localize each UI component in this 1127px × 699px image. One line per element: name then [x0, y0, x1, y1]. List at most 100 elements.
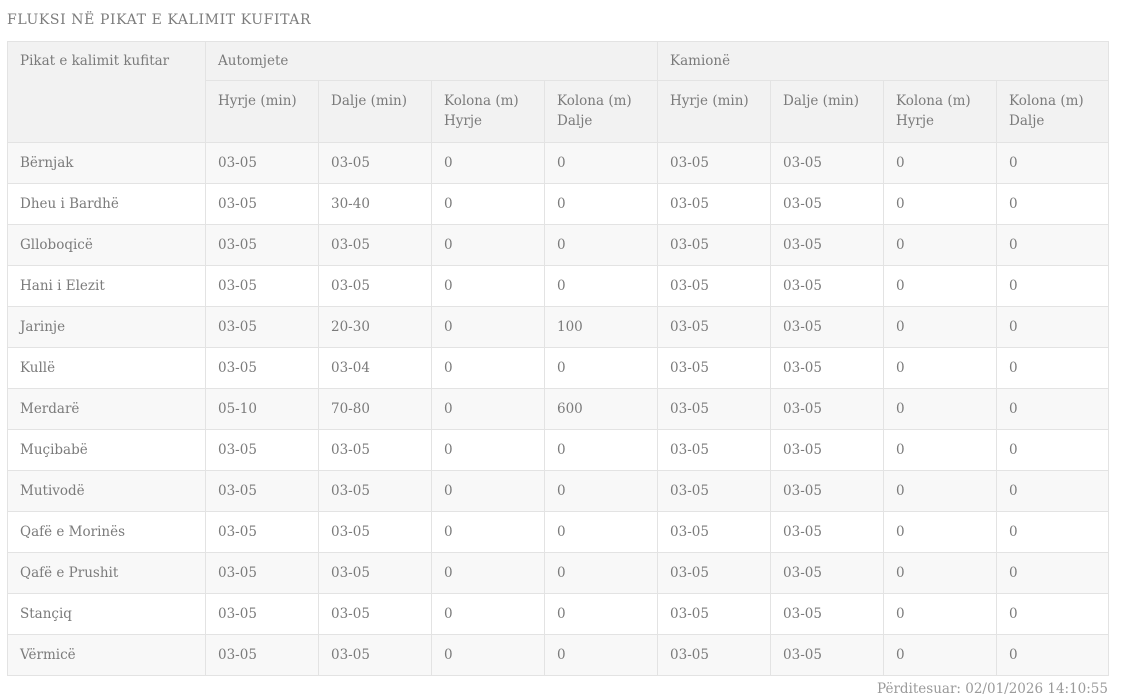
value-cell: 0 — [543, 634, 659, 676]
value-cell: 03-05 — [318, 634, 432, 676]
value-cell: 03-05 — [205, 142, 319, 184]
value-cell: 03-05 — [770, 388, 885, 430]
value-cell: 03-05 — [205, 224, 319, 266]
value-cell: 100 — [543, 306, 659, 348]
value-cell: 0 — [883, 306, 998, 348]
crossing-name-cell: Muçibabë — [7, 429, 206, 471]
value-cell: 03-05 — [657, 306, 772, 348]
value-cell: 0 — [996, 224, 1110, 266]
value-cell: 03-05 — [657, 511, 772, 553]
table-row: Bërnjak 03-05 03-05 0 0 03-05 03-05 0 0 — [7, 142, 1110, 184]
value-cell: 20-30 — [318, 306, 432, 348]
value-cell: 70-80 — [318, 388, 432, 430]
column-header-crossing-points: Pikat e kalimit kufitar — [7, 41, 206, 143]
table-row: Hani i Elezit 03-05 03-05 0 0 03-05 03-05 0 0 — [7, 265, 1110, 307]
value-cell: 03-05 — [205, 593, 319, 635]
value-cell: 03-05 — [318, 265, 432, 307]
value-cell: 0 — [883, 265, 998, 307]
table-row: Mutivodë 03-05 03-05 0 0 03-05 03-05 0 0 — [7, 470, 1110, 512]
value-cell: 03-05 — [770, 306, 885, 348]
value-cell: 0 — [996, 265, 1110, 307]
value-cell: 0 — [996, 429, 1110, 471]
value-cell: 03-05 — [770, 470, 885, 512]
crossing-name-cell: Dheu i Bardhë — [7, 183, 206, 225]
crossing-name-cell: Merdarë — [7, 388, 206, 430]
value-cell: 03-05 — [657, 634, 772, 676]
value-cell: 0 — [431, 142, 545, 184]
crossing-name-cell: Jarinje — [7, 306, 206, 348]
value-cell: 03-05 — [770, 183, 885, 225]
table-row: Glloboqicë 03-05 03-05 0 0 03-05 03-05 0 0 — [7, 224, 1110, 266]
column-header-queue-exit-trucks: Kolona (m) Dalje — [996, 80, 1110, 143]
value-cell: 0 — [431, 552, 545, 594]
value-cell: 03-05 — [770, 634, 885, 676]
value-cell: 600 — [543, 388, 659, 430]
value-cell: 0 — [431, 634, 545, 676]
value-cell: 03-05 — [205, 183, 319, 225]
value-cell: 0 — [431, 265, 545, 307]
value-cell: 0 — [883, 388, 998, 430]
value-cell: 03-05 — [657, 347, 772, 389]
value-cell: 0 — [996, 306, 1110, 348]
value-cell: 03-05 — [770, 347, 885, 389]
value-cell: 03-05 — [657, 224, 772, 266]
value-cell: 03-05 — [318, 593, 432, 635]
value-cell: 03-05 — [657, 265, 772, 307]
value-cell: 03-05 — [205, 470, 319, 512]
value-cell: 0 — [883, 593, 998, 635]
column-header-exit-min-trucks: Dalje (min) — [770, 80, 885, 143]
value-cell: 0 — [996, 593, 1110, 635]
value-cell: 03-05 — [770, 224, 885, 266]
value-cell: 03-05 — [657, 388, 772, 430]
value-cell: 0 — [883, 429, 998, 471]
group-header-vehicles: Automjete — [204, 41, 659, 81]
value-cell: 03-05 — [770, 593, 885, 635]
value-cell: 0 — [996, 347, 1110, 389]
table-row: Stançiq 03-05 03-05 0 0 03-05 03-05 0 0 — [7, 593, 1110, 635]
value-cell: 0 — [996, 388, 1110, 430]
value-cell: 0 — [543, 224, 659, 266]
value-cell: 03-05 — [657, 142, 772, 184]
value-cell: 03-05 — [318, 552, 432, 594]
value-cell: 0 — [996, 470, 1110, 512]
table-row: Qafë e Prushit 03-05 03-05 0 0 03-05 03-05 0 0 — [7, 552, 1110, 594]
value-cell: 0 — [996, 183, 1110, 225]
value-cell: 03-05 — [205, 429, 319, 471]
value-cell: 0 — [431, 593, 545, 635]
table-row: Jarinje 03-05 20-30 0 100 03-05 03-05 0 0 — [7, 306, 1110, 348]
header-group-row: Pikat e kalimit kufitar Automjete Kamion… — [7, 41, 1110, 143]
value-cell: 03-05 — [318, 511, 432, 553]
value-cell: 0 — [996, 142, 1110, 184]
column-header-entry-min-trucks: Hyrje (min) — [657, 80, 772, 143]
column-header-exit-min-vehicles: Dalje (min) — [318, 80, 432, 143]
value-cell: 03-05 — [770, 511, 885, 553]
crossing-name-cell: Hani i Elezit — [7, 265, 206, 307]
value-cell: 0 — [431, 183, 545, 225]
value-cell: 0 — [543, 511, 659, 553]
border-flow-page: FLUKSI NË PIKAT E KALIMIT KUFITAR Pikat … — [0, 0, 1127, 697]
value-cell: 0 — [883, 511, 998, 553]
value-cell: 0 — [431, 429, 545, 471]
crossing-name-cell: Qafë e Prushit — [7, 552, 206, 594]
value-cell: 0 — [883, 347, 998, 389]
value-cell: 0 — [543, 552, 659, 594]
value-cell: 03-05 — [205, 265, 319, 307]
value-cell: 0 — [431, 388, 545, 430]
value-cell: 0 — [543, 593, 659, 635]
value-cell: 03-05 — [770, 552, 885, 594]
value-cell: 0 — [996, 552, 1110, 594]
border-crossings-table: Pikat e kalimit kufitar Automjete Kamion… — [7, 41, 1110, 676]
value-cell: 0 — [543, 142, 659, 184]
crossing-name-cell: Glloboqicë — [7, 224, 206, 266]
value-cell: 03-05 — [205, 552, 319, 594]
table-row: Vërmicë 03-05 03-05 0 0 03-05 03-05 0 0 — [7, 634, 1110, 676]
value-cell: 0 — [431, 470, 545, 512]
value-cell: 0 — [543, 429, 659, 471]
value-cell: 05-10 — [205, 388, 319, 430]
table-body: Bërnjak 03-05 03-05 0 0 03-05 03-05 0 0 Dheu i Ba… — [7, 142, 1110, 676]
value-cell: 03-05 — [770, 265, 885, 307]
crossing-name-cell: Bërnjak — [7, 142, 206, 184]
last-updated-text: Përditesuar: 02/01/2026 14:10:55 — [877, 681, 1108, 697]
value-cell: 03-05 — [318, 224, 432, 266]
page-title: FLUKSI NË PIKAT E KALIMIT KUFITAR — [7, 12, 312, 28]
